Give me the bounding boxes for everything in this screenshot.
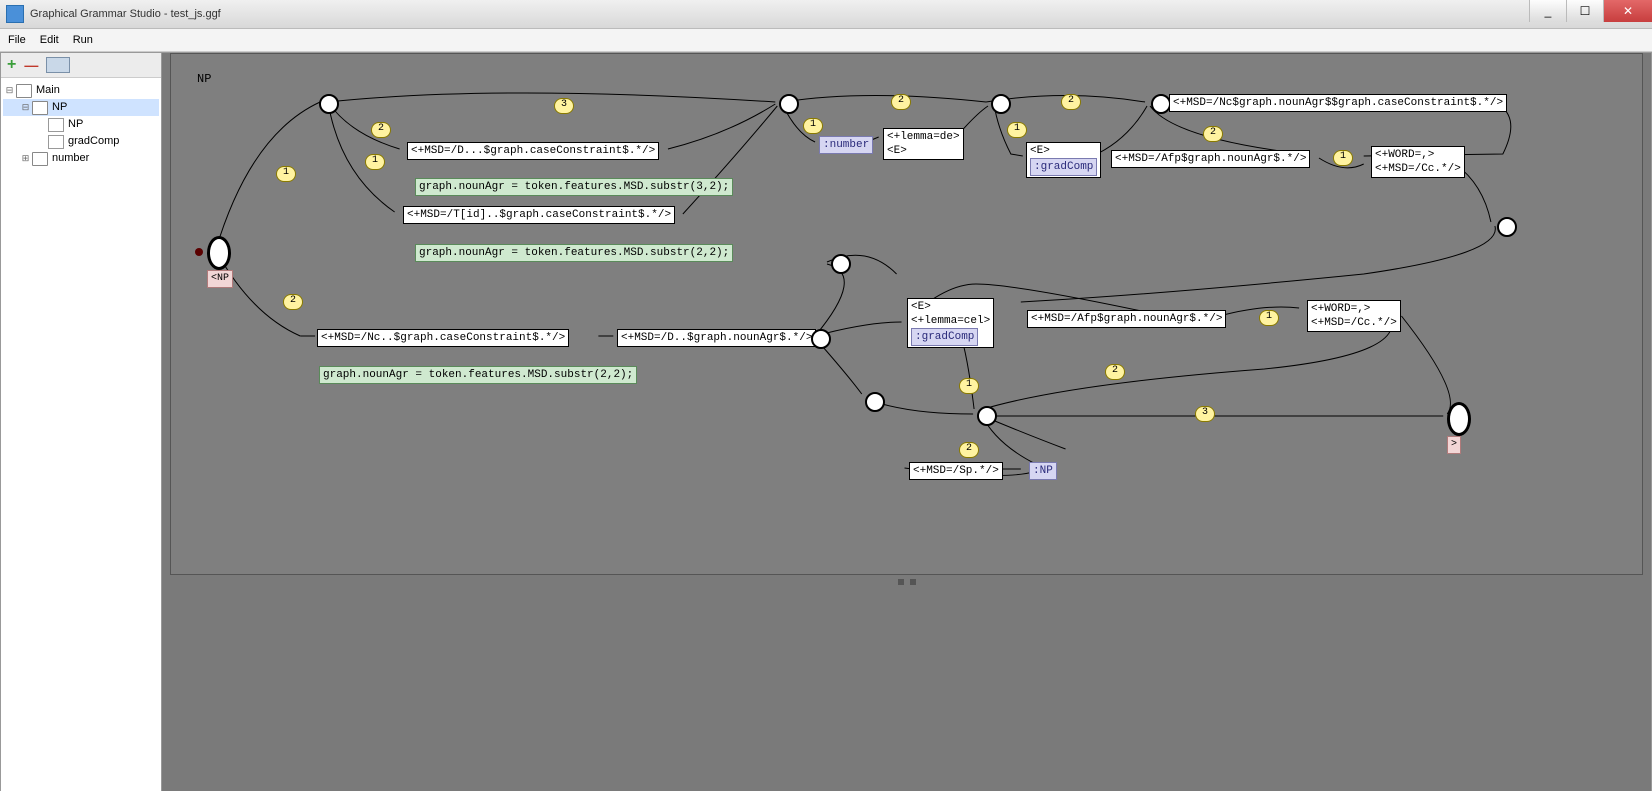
priority-pill[interactable]: 2	[371, 122, 391, 138]
subgraph-ref[interactable]: :number	[819, 136, 873, 154]
junction-node[interactable]	[991, 94, 1011, 114]
junction-node[interactable]	[865, 392, 885, 412]
close-button[interactable]: ✕	[1603, 0, 1652, 22]
end-node[interactable]	[1447, 402, 1471, 436]
graph-title: NP	[197, 72, 211, 86]
start-node[interactable]	[207, 236, 231, 270]
tree-item-gradcomp[interactable]: gradComp	[3, 133, 159, 150]
subgraph-ref[interactable]: :gradComp	[1030, 158, 1097, 176]
tree-label: NP	[68, 116, 83, 133]
folder-icon	[16, 84, 32, 98]
tree-label: gradComp	[68, 133, 119, 150]
msd-box[interactable]: <+MSD=/Sp.*/>	[909, 462, 1003, 480]
folder-icon	[32, 152, 48, 166]
junction-node[interactable]	[1151, 94, 1171, 114]
end-label: >	[1447, 436, 1461, 454]
expand-icon[interactable]: ⊞	[21, 150, 30, 167]
e-gradcomp-box[interactable]: <E> :gradComp	[1026, 142, 1101, 178]
menu-file[interactable]: File	[8, 34, 26, 46]
msd-box[interactable]: <+MSD=/Nc$graph.nounAgr$$graph.caseConst…	[1169, 94, 1507, 112]
msd-box[interactable]: <+MSD=/Afp$graph.nounAgr$.*/>	[1111, 150, 1310, 168]
box-line: <+WORD=,>	[1311, 302, 1397, 316]
word-box[interactable]: <+WORD=,> <+MSD=/Cc.*/>	[1371, 146, 1465, 178]
sidebar-toolbar: + —	[1, 53, 161, 78]
canvas-area: NP	[162, 53, 1651, 791]
priority-pill[interactable]: 2	[1203, 126, 1223, 142]
priority-pill[interactable]: 1	[365, 154, 385, 170]
action-box[interactable]: graph.nounAgr = token.features.MSD.subst…	[319, 366, 637, 384]
properties-icon[interactable]	[46, 57, 70, 73]
priority-pill[interactable]: 3	[1195, 406, 1215, 422]
expand-icon[interactable]: ⊟	[21, 99, 30, 116]
sidebar: + — ⊟ Main ⊟ NP NP gradCom	[1, 53, 162, 791]
priority-pill[interactable]: 1	[959, 378, 979, 394]
app-icon	[6, 5, 24, 23]
tree-item-main[interactable]: ⊟ Main	[3, 82, 159, 99]
window-title: Graphical Grammar Studio - test_js.ggf	[30, 8, 221, 20]
tree-item-np-folder[interactable]: ⊟ NP	[3, 99, 159, 116]
action-box[interactable]: graph.nounAgr = token.features.MSD.subst…	[415, 244, 733, 262]
subgraph-ref[interactable]: :gradComp	[911, 328, 978, 346]
scroll-indicator	[170, 579, 1643, 585]
priority-pill[interactable]: 3	[554, 98, 574, 114]
junction-node[interactable]	[811, 329, 831, 349]
tree-item-number[interactable]: ⊞ number	[3, 150, 159, 167]
priority-pill[interactable]: 2	[1061, 94, 1081, 110]
subgraph-ref[interactable]: :NP	[1029, 462, 1057, 480]
tree-item-np[interactable]: NP	[3, 116, 159, 133]
menu-bar: File Edit Run	[0, 29, 1652, 52]
box-line: <+MSD=/Cc.*/>	[1375, 162, 1461, 176]
msd-box[interactable]: <+MSD=/T[id]..$graph.caseConstraint$.*/>	[403, 206, 675, 224]
junction-node[interactable]	[779, 94, 799, 114]
priority-pill[interactable]: 1	[1259, 310, 1279, 326]
folder-icon	[32, 101, 48, 115]
lemma-box[interactable]: <+lemma=de> <E>	[883, 128, 964, 160]
tree-label: NP	[52, 99, 67, 116]
priority-pill[interactable]: 2	[959, 442, 979, 458]
word-box[interactable]: <+WORD=,> <+MSD=/Cc.*/>	[1307, 300, 1401, 332]
file-icon	[48, 118, 64, 132]
lemma-cel-box[interactable]: <E> <+lemma=cel> :gradComp	[907, 298, 994, 348]
box-line: <E>	[911, 300, 990, 314]
tree-label: Main	[36, 82, 60, 99]
title-bar: Graphical Grammar Studio - test_js.ggf _…	[0, 0, 1652, 29]
action-box[interactable]: graph.nounAgr = token.features.MSD.subst…	[415, 178, 733, 196]
add-icon[interactable]: +	[7, 56, 16, 74]
tree-label: number	[52, 150, 89, 167]
start-label: <NP	[207, 270, 233, 288]
box-line: <+WORD=,>	[1375, 148, 1461, 162]
junction-node[interactable]	[1497, 217, 1517, 237]
priority-pill[interactable]: 1	[1007, 122, 1027, 138]
msd-box[interactable]: <+MSD=/Afp$graph.nounAgr$.*/>	[1027, 310, 1226, 328]
msd-box[interactable]: <+MSD=/Nc..$graph.caseConstraint$.*/>	[317, 329, 569, 347]
maximize-button[interactable]: ☐	[1566, 0, 1603, 22]
priority-pill[interactable]: 2	[891, 94, 911, 110]
priority-pill[interactable]: 2	[283, 294, 303, 310]
msd-box[interactable]: <+MSD=/D...$graph.caseConstraint$.*/>	[407, 142, 659, 160]
priority-pill[interactable]: 1	[1333, 150, 1353, 166]
junction-node[interactable]	[831, 254, 851, 274]
box-line: <E>	[887, 144, 960, 158]
workspace: + — ⊟ Main ⊟ NP NP gradCom	[0, 52, 1652, 791]
window-buttons: _ ☐ ✕	[1529, 0, 1652, 22]
priority-pill[interactable]: 2	[1105, 364, 1125, 380]
expand-icon[interactable]: ⊟	[5, 82, 14, 99]
junction-node[interactable]	[977, 406, 997, 426]
graph-canvas[interactable]: NP	[170, 53, 1643, 575]
minimize-button[interactable]: _	[1529, 0, 1566, 22]
msd-box[interactable]: <+MSD=/D..$graph.nounAgr$.*/>	[617, 329, 816, 347]
box-line: <+lemma=de>	[887, 130, 960, 144]
menu-edit[interactable]: Edit	[40, 34, 59, 46]
priority-pill[interactable]: 1	[276, 166, 296, 182]
menu-run[interactable]: Run	[73, 34, 93, 46]
box-line: <+MSD=/Cc.*/>	[1311, 316, 1397, 330]
box-line: <+lemma=cel>	[911, 314, 990, 328]
start-dot	[195, 248, 203, 256]
priority-pill[interactable]: 1	[803, 118, 823, 134]
junction-node[interactable]	[319, 94, 339, 114]
tree-view[interactable]: ⊟ Main ⊟ NP NP gradComp ⊞	[1, 78, 161, 791]
file-icon	[48, 135, 64, 149]
box-line: <E>	[1030, 144, 1097, 158]
delete-icon[interactable]: —	[24, 57, 38, 73]
